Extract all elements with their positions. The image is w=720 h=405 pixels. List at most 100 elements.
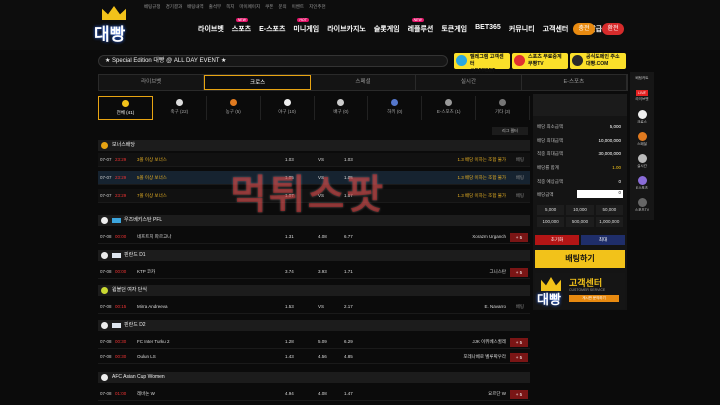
bonus-section-header: 보너스배당 <box>98 140 530 151</box>
top-link[interactable]: 베팅규정 <box>144 4 161 10</box>
inquiry-button[interactable]: 게시판 문의하기 <box>569 295 619 302</box>
betslip-line: 배당 최소금액 5,000 <box>537 124 621 129</box>
nav-item[interactable]: 커뮤니티 <box>509 24 535 34</box>
more-markets-button[interactable]: + 5 <box>510 338 528 347</box>
chip-button[interactable]: 10,000 <box>566 205 594 215</box>
sport-tabs: 라이브벳 크로스 스페셜 실시간 E-스포츠 <box>98 74 628 91</box>
nav-item[interactable]: HOT 미니게임 <box>293 18 319 34</box>
category-baseball[interactable]: 야구 (10) <box>261 96 315 120</box>
quick-live[interactable]: LIVE 라이브벳 <box>630 90 654 102</box>
top-link[interactable]: 배팅내역 <box>187 4 204 10</box>
charge-button[interactable]: 충전 <box>573 23 595 35</box>
soccer-icon <box>637 110 647 119</box>
league-filter-button[interactable]: 리그 필터 <box>492 127 528 135</box>
match-row[interactable]: 07-08 00:30 Oulun LS 1.43 4.56 4.85 포레나베로 벨루짜우… <box>98 350 530 364</box>
crown-icon <box>102 6 126 20</box>
category-soccer[interactable]: 축구 (22) <box>153 96 207 120</box>
tab-esports[interactable]: E-스포츠 <box>522 75 628 90</box>
category-volleyball[interactable]: 배구 (0) <box>315 96 369 120</box>
top-link[interactable]: 문의 <box>278 4 286 10</box>
league-header: 핀란드 D2 <box>98 320 530 331</box>
match-row[interactable]: 07-08 00:00 KTP 코카 3.74 3.93 1.71 그니스탄 + 5 <box>98 265 530 279</box>
soccer-icon <box>101 252 108 259</box>
basketball-icon <box>637 132 647 141</box>
more-markets-button[interactable]: + 5 <box>510 353 528 362</box>
flag-icon <box>112 323 121 328</box>
nav-badge: NEW <box>411 18 424 22</box>
volleyball-icon <box>337 99 345 106</box>
betslip-line: 적중 예상금액 0 <box>537 179 621 184</box>
league-header: 윔블던 여자 단식 <box>98 285 530 296</box>
nav-item[interactable]: 고객센터 <box>543 24 569 34</box>
realtime-icon <box>637 154 647 163</box>
match-row[interactable]: 07-08 01:00 레바논 W 4.94 4.08 1.47 요르단 W + 5 <box>98 387 530 401</box>
more-markets-button[interactable]: + 5 <box>510 390 528 399</box>
sport-categories: 전체 (41) 축구 (22) 농구 (5) 야구 (10) 배구 (0) 하키… <box>98 96 530 120</box>
nav-item[interactable]: NEW 스포츠 <box>232 18 251 34</box>
site-logo[interactable]: 대빵 <box>94 6 134 45</box>
right-quick-bar: 배팅카트 LIVE 라이브벳 크로스 스페셜 실시간 E스포츠 스포츠TV <box>630 72 654 220</box>
more-markets-button[interactable]: + 5 <box>510 233 528 242</box>
tab-live[interactable]: 라이브벳 <box>99 75 205 90</box>
bonus-icon <box>101 142 108 149</box>
tab-cross[interactable]: 크로스 <box>204 75 311 90</box>
quick-cross[interactable]: 크로스 <box>630 110 654 125</box>
tennis-icon <box>101 287 108 294</box>
tab-special[interactable]: 스페셜 <box>311 75 417 90</box>
category-etc[interactable]: 기타 (3) <box>476 96 530 120</box>
quick-sportstv[interactable]: 스포츠TV <box>630 198 654 213</box>
match-row[interactable]: 07-08 00:15 Mirra Andreeva 1.53 VS 2.17 E. Nav… <box>98 300 530 314</box>
quick-cart[interactable]: 배팅카트 <box>630 76 654 81</box>
betslip-line: 적중 최대금액 30,000,000 <box>537 151 621 156</box>
category-all[interactable]: 전체 (41) <box>98 96 153 120</box>
top-link[interactable]: 출석부 <box>209 4 221 10</box>
top-link[interactable]: 마이페이지 <box>239 4 260 10</box>
chip-button[interactable]: 1,000,000 <box>595 217 623 227</box>
top-bar: 대빵 베팅규정 경기결과 배팅내역 출석부 쪽지 마이페이지 쿠폰 문의 이벤트… <box>0 0 720 50</box>
reset-button[interactable]: 초기화 <box>535 235 579 245</box>
betslip-line: 배당 최대금액 10,000,000 <box>537 138 621 143</box>
quick-esports[interactable]: E스포츠 <box>630 176 654 191</box>
tab-realtime[interactable]: 실시간 <box>416 75 522 90</box>
top-link[interactable]: 쪽지 <box>226 4 234 10</box>
bet-amount-input[interactable]: 0 <box>577 190 623 198</box>
tv-promo[interactable]: 스포츠 무료중계 무빵TV <box>512 53 568 69</box>
soccer-icon <box>175 99 183 106</box>
max-button[interactable]: 최대 <box>581 235 625 245</box>
top-link[interactable]: 이벤트 <box>292 4 304 10</box>
nav-item[interactable]: 라이브카지노 <box>327 24 366 34</box>
category-hockey[interactable]: 하키 (0) <box>368 96 423 120</box>
place-bet-button[interactable]: 배팅하기 <box>535 250 625 268</box>
top-link[interactable]: 지인추천 <box>309 4 326 10</box>
nav-item[interactable]: 토큰게임 <box>441 24 467 34</box>
more-markets-button[interactable]: + 5 <box>510 268 528 277</box>
telegram-promo[interactable]: 텔레그램 고객센터 @DPPBET <box>454 53 510 74</box>
chip-button[interactable]: 50,000 <box>595 205 623 215</box>
quick-realtime[interactable]: 실시간 <box>630 154 654 169</box>
withdraw-button[interactable]: 환전 <box>602 23 624 35</box>
baseball-icon <box>283 99 291 106</box>
logo-text: 대빵 <box>94 25 126 45</box>
flag-icon <box>112 253 121 258</box>
chip-button[interactable]: 100,000 <box>537 217 565 227</box>
category-basketball[interactable]: 농구 (5) <box>207 96 261 120</box>
nav-item[interactable]: E-스포츠 <box>259 24 285 34</box>
esports-icon <box>445 99 453 106</box>
tv-icon <box>637 198 647 207</box>
nav-item[interactable]: NEW 레플루션 <box>408 18 433 34</box>
top-link[interactable]: 경기결과 <box>166 4 183 10</box>
chip-button[interactable]: 5,000 <box>537 205 565 215</box>
nav-item[interactable]: BET365 <box>475 24 501 34</box>
flag-icon <box>112 218 121 223</box>
category-esports[interactable]: E-스포츠 (1) <box>422 96 477 120</box>
match-row[interactable]: 07-08 00:00 네프트치 파르고나 1.31 4.08 6.77 Xorazm Ur… <box>98 230 530 244</box>
chip-button[interactable]: 500,000 <box>566 217 594 227</box>
top-link[interactable]: 쿠폰 <box>265 4 273 10</box>
domain-promo[interactable]: 공식도메인 주소 대빵.COM <box>570 53 626 69</box>
match-row[interactable]: 07-08 00:30 FC Inter Turku 2 1.28 5.09 6.29 JJ… <box>98 335 530 349</box>
telegram-icon <box>456 55 467 66</box>
main-nav: 라이브벳 NEW 스포츠 E-스포츠 HOT 미니게임 라이브카지노 슬롯게임 NE… <box>198 18 602 34</box>
nav-item[interactable]: 라이브벳 <box>198 24 224 34</box>
nav-item[interactable]: 슬롯게임 <box>374 24 400 34</box>
quick-special[interactable]: 스페셜 <box>630 132 654 147</box>
